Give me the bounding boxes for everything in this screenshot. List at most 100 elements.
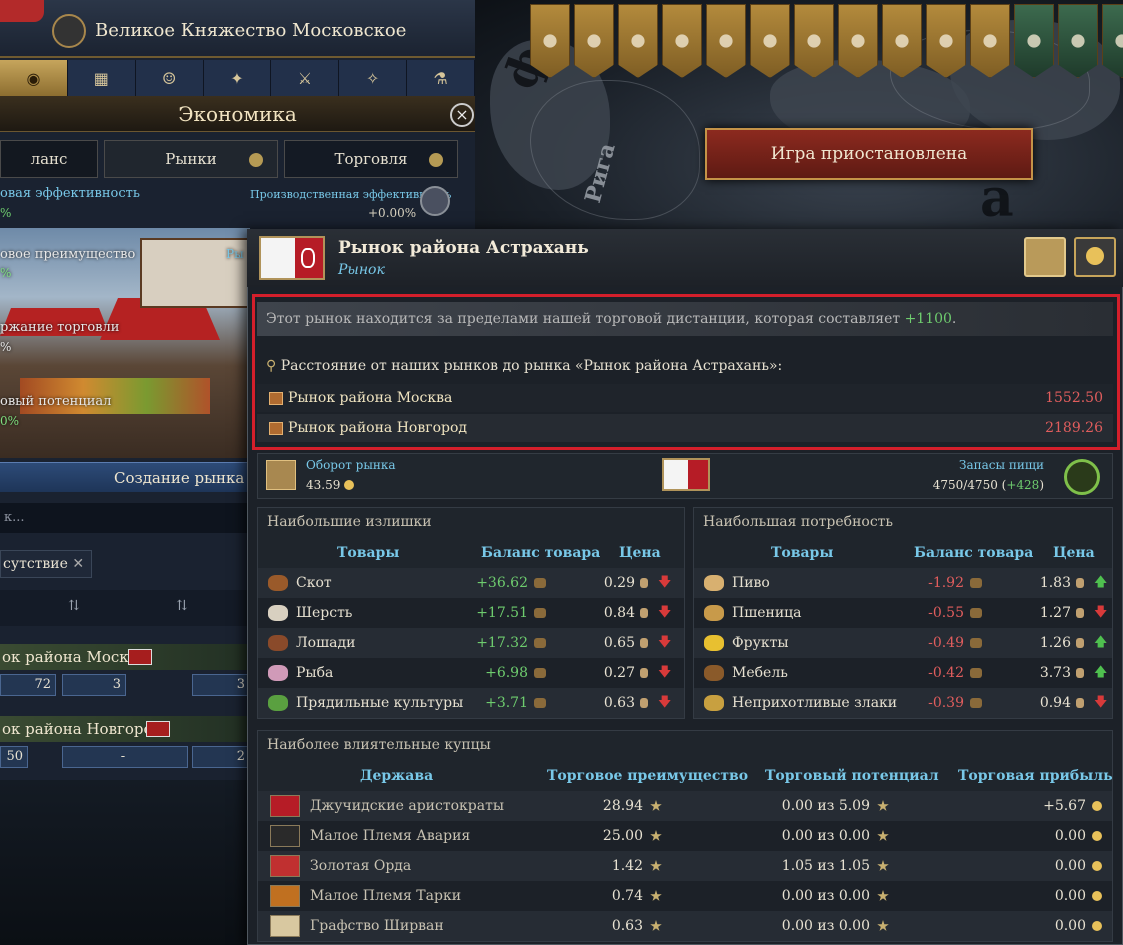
owner-flag-icon[interactable] <box>662 458 710 491</box>
country-flag-icon[interactable] <box>0 0 44 22</box>
arrow-down-icon: 🡇 <box>1094 695 1108 710</box>
table-row[interactable]: Джучидские аристократы 28.94 0.00 из 5.09 +… <box>258 791 1112 821</box>
trade-icon <box>970 578 982 588</box>
table-row[interactable]: Графство Ширван 0.63 0.00 из 0.00 0.00 <box>258 911 1112 941</box>
table-row[interactable]: Рыба +6.98 0.27 🡇 <box>258 658 684 688</box>
close-icon[interactable]: × <box>450 103 474 127</box>
tab-buildings-icon[interactable]: ▦ <box>68 60 136 96</box>
table-row[interactable]: Малое Племя Авария 25.00 0.00 из 0.00 0.00 <box>258 821 1112 851</box>
sort-icon[interactable]: ⇅ <box>176 598 188 614</box>
alert-banner-icon[interactable] <box>706 4 746 78</box>
market-stall-icon[interactable] <box>1024 237 1066 277</box>
nation-flag-icon <box>270 885 300 907</box>
food-icon[interactable] <box>1064 459 1100 495</box>
alert-banner-icon[interactable] <box>574 4 614 78</box>
table-row[interactable]: Неприхотливые злаки -0.39 0.94 🡇 <box>694 688 1112 718</box>
alert-banner-icon[interactable] <box>750 4 790 78</box>
tab-markets[interactable]: Рынки <box>104 140 278 178</box>
tab-label: Торговля <box>334 150 408 168</box>
food-stock-value: 4750/4750 (+428) <box>933 478 1044 492</box>
table-row[interactable]: Лошади +17.32 0.65 🡇 <box>258 628 684 658</box>
nation-name: Графство Ширван <box>310 918 444 934</box>
create-market-button[interactable]: Создание рынка <box>0 462 250 492</box>
arrow-down-icon: 🡇 <box>1094 605 1108 620</box>
market-cell: - <box>62 746 188 768</box>
filter-chip[interactable]: сутствие ✕ <box>0 550 92 578</box>
gear-icon[interactable] <box>420 186 450 216</box>
good-balance: -0.55 <box>928 605 964 621</box>
alert-banner-icon[interactable] <box>618 4 658 78</box>
close-icon[interactable]: ✕ <box>72 556 84 572</box>
good-balance: -1.92 <box>928 575 964 591</box>
tab-label: ланс <box>30 150 68 168</box>
market-row[interactable]: ок района Москва <box>0 644 250 670</box>
alert-banner-icon[interactable] <box>926 4 966 78</box>
alert-banner-icon[interactable] <box>1014 4 1054 78</box>
tab-compass-icon[interactable]: ✧ <box>339 60 408 96</box>
trade-icon <box>970 638 982 648</box>
column-header[interactable]: Баланс товара <box>914 545 1033 561</box>
market-flag-icon[interactable] <box>259 236 325 280</box>
good-price: 3.73 <box>1039 665 1071 681</box>
arrow-down-icon: 🡇 <box>658 575 672 590</box>
coin-icon <box>1092 801 1102 811</box>
alert-banner-icon[interactable] <box>662 4 702 78</box>
tab-dove-icon[interactable]: ✦ <box>204 60 272 96</box>
table-row[interactable]: Фрукты -0.49 1.26 🡅 <box>694 628 1112 658</box>
table-row[interactable]: Золотая Орда 1.42 1.05 из 1.05 0.00 <box>258 851 1112 881</box>
alert-banner-icon[interactable] <box>882 4 922 78</box>
market-row[interactable]: ок района Новгород <box>0 716 250 742</box>
nation-name: Малое Племя Авария <box>310 828 471 844</box>
stat-label: овый потенциал <box>0 394 112 409</box>
trade-icon <box>534 578 546 588</box>
tab-people-icon[interactable]: ☺ <box>136 60 204 96</box>
good-name: Мебель <box>732 665 788 681</box>
alert-banner-icon[interactable] <box>1058 4 1098 78</box>
column-header[interactable]: Цена <box>619 545 661 561</box>
market-name: ок района Москва <box>2 648 147 666</box>
coat-of-arms-icon[interactable] <box>52 14 86 48</box>
search-input[interactable]: к... <box>0 503 250 533</box>
potential-icon <box>877 860 889 871</box>
price-icon <box>1076 578 1084 588</box>
table-row[interactable]: Пшеница -0.55 1.27 🡇 <box>694 598 1112 628</box>
column-header[interactable]: Держава <box>360 768 433 784</box>
food-stock-label: Запасы пищи <box>958 458 1044 472</box>
sort-bar: ⇅ ⇅ <box>0 590 250 626</box>
tab-trade[interactable]: Торговля <box>284 140 458 178</box>
tab-balance[interactable]: ланс <box>0 140 98 178</box>
column-header[interactable]: Торговый потенциал <box>765 768 939 784</box>
tab-swords-icon[interactable]: ⚔ <box>271 60 340 96</box>
table-row[interactable]: Пиво -1.92 1.83 🡅 <box>694 568 1112 598</box>
flag-icon <box>146 721 170 737</box>
info-icon[interactable] <box>1074 237 1116 277</box>
good-icon <box>268 575 288 591</box>
sort-icon[interactable]: ⇅ <box>68 598 80 614</box>
column-header[interactable]: Товары <box>337 545 399 561</box>
gear-icon <box>429 153 443 167</box>
trade-advantage: 0.74 <box>611 888 643 904</box>
tab-coins-icon[interactable]: ◉ <box>0 60 68 96</box>
table-row[interactable]: Прядильные культуры +3.71 0.63 🡇 <box>258 688 684 718</box>
column-header[interactable]: Товары <box>771 545 833 561</box>
trade-icon <box>970 698 982 708</box>
column-header[interactable]: Торговая прибыль <box>958 768 1113 784</box>
alert-banner-icon[interactable] <box>970 4 1010 78</box>
alert-banner-icon[interactable] <box>1102 4 1123 78</box>
column-header[interactable]: Торговое преимущество <box>547 768 748 784</box>
column-header[interactable]: Цена <box>1053 545 1095 561</box>
alert-banner-icon[interactable] <box>530 4 570 78</box>
column-header[interactable]: Баланс товара <box>481 545 600 561</box>
good-price: 0.29 <box>603 575 635 591</box>
alert-banner-icon[interactable] <box>794 4 834 78</box>
trade-profit: +5.67 <box>1043 798 1086 814</box>
tab-flask-icon[interactable]: ⚗ <box>407 60 476 96</box>
game-paused-banner[interactable]: Игра приостановлена <box>705 128 1033 180</box>
section-title: Экономика <box>0 96 475 132</box>
alert-banner-icon[interactable] <box>838 4 878 78</box>
table-row[interactable]: Малое Племя Тарки 0.74 0.00 из 0.00 0.00 <box>258 881 1112 911</box>
table-row[interactable]: Скот +36.62 0.29 🡇 <box>258 568 684 598</box>
potential-icon <box>877 920 889 931</box>
table-row[interactable]: Мебель -0.42 3.73 🡅 <box>694 658 1112 688</box>
table-row[interactable]: Шерсть +17.51 0.84 🡇 <box>258 598 684 628</box>
